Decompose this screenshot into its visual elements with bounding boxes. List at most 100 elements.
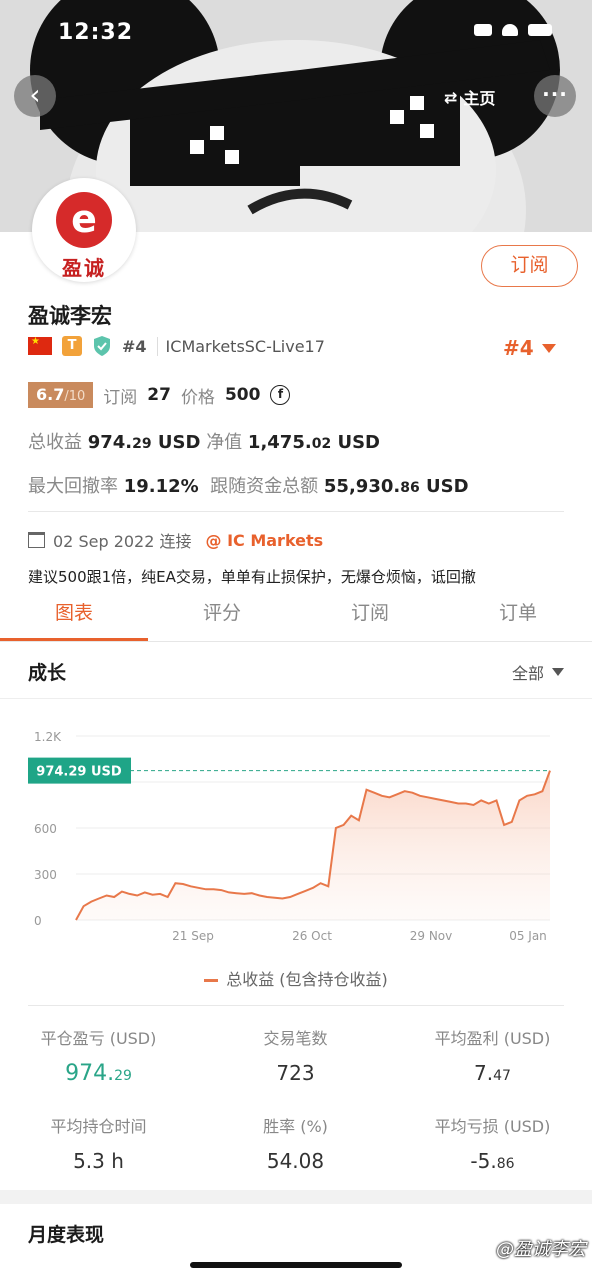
price-value: 500 [224, 385, 261, 405]
status-icons [474, 24, 552, 36]
metric-value: 54.08 [266, 1149, 325, 1173]
metric-label: 平均持仓时间 [50, 1117, 147, 1136]
score-row: 6.7/10 订阅 27 价格 500 f [28, 382, 291, 408]
growth-filter-label: 全部 [511, 664, 544, 683]
broker-link[interactable]: @ IC Markets [206, 531, 324, 550]
swap-icon: ⇄ [444, 87, 458, 107]
metric-value: 723 [276, 1061, 315, 1085]
follow-unit: USD [425, 476, 469, 497]
metric-trades: 交易笔数 723 [197, 1025, 394, 1085]
metric-label: 平仓盈亏 (USD) [40, 1029, 157, 1048]
watermark: @盈诚李宏 [496, 1239, 586, 1260]
divider [28, 1005, 564, 1006]
total-profit-value: 974.29 USD [88, 432, 201, 453]
status-time: 12:32 [58, 20, 134, 45]
follow-dec: 86 [400, 480, 420, 496]
metric-int: 974. [65, 1061, 115, 1086]
follow-label: 跟随资金总额 [210, 476, 319, 497]
total-profit-dec: 29 [132, 436, 152, 452]
x-tick-label: 29 Nov [410, 929, 453, 943]
score-badge: 6.7/10 [28, 382, 94, 408]
metric-avg-loss: 平均亏损 (USD) -5.86 [394, 1113, 591, 1173]
total-profit-int: 974. [87, 432, 133, 453]
verified-shield-icon [94, 336, 110, 356]
stats-line-2: 最大回撤率 19.12% 跟随资金总额 55,930.86 USD [28, 472, 469, 498]
home-indicator[interactable] [190, 1262, 402, 1268]
tab-chart[interactable]: 图表 [0, 590, 148, 641]
signal-icon [474, 24, 492, 36]
equity-unit: USD [337, 432, 380, 453]
coin-icon: f [270, 385, 291, 405]
tab-subscribe[interactable]: 订阅 [296, 590, 444, 641]
battery-icon [528, 24, 552, 36]
growth-chart[interactable]: 0 300 600 1.2K 21 Sep 26 Oct 29 Nov 05 Jan 974.2… [0, 712, 592, 957]
metric-value: 5.3 h [73, 1149, 124, 1173]
metric-dec: 29 [114, 1068, 132, 1084]
tab-rating[interactable]: 评分 [148, 590, 296, 641]
china-flag-icon [28, 336, 52, 355]
strategy-description: 建议500跟1倍，纯EA交易，单单有止损保护，无爆仓烦恼，诋回撤 [28, 568, 476, 586]
tier-badge: T [62, 336, 82, 356]
tab-bar: 图表 评分 订阅 订单 [0, 590, 592, 642]
metric-int: 7. [474, 1061, 494, 1085]
caret-down-icon [552, 668, 564, 676]
divider [28, 511, 564, 512]
chart-legend: 总收益 (包含持仓收益) [0, 966, 592, 990]
subscribe-count: 27 [147, 385, 171, 405]
growth-title: 成长 [28, 662, 67, 684]
rank-dropdown[interactable]: #4 [503, 336, 556, 360]
metric-label: 交易笔数 [263, 1029, 328, 1048]
connect-date: 02 Sep 2022 连接 [53, 532, 192, 551]
x-tick-label: 26 Oct [292, 929, 332, 943]
rank-small: #4 [122, 336, 147, 356]
metric-closed-pl: 平仓盈亏 (USD) 974.29 [0, 1025, 197, 1086]
follow-value: 55,930.86 USD [324, 476, 469, 497]
metric-hold-time: 平均持仓时间 5.3 h [0, 1113, 197, 1173]
more-button[interactable]: ··· [534, 75, 576, 117]
equity-int: 1,475. [247, 432, 312, 453]
account-server: ICMarketsSC-Live17 [156, 336, 325, 356]
equity-dec: 02 [311, 436, 332, 452]
subscribe-button[interactable]: 订阅 [481, 245, 578, 287]
metric-value: 974.29 [0, 1061, 197, 1086]
section-gap [0, 1190, 592, 1204]
stats-line-1: 总收益 974.29 USD 净值 1,475.02 USD [28, 428, 380, 454]
score-value: 6.7 [36, 385, 65, 404]
avatar-text: 盈诚 [62, 256, 106, 280]
current-value-label: 974.29 USD [36, 765, 122, 780]
equity-value: 1,475.02 USD [248, 432, 380, 453]
x-tick-label: 21 Sep [172, 929, 214, 943]
equity-label: 净值 [206, 432, 243, 453]
growth-chart-svg: 0 300 600 1.2K 21 Sep 26 Oct 29 Nov 05 Jan 974.2… [28, 730, 551, 943]
metric-label: 平均亏损 (USD) [434, 1117, 551, 1136]
follow-int: 55,930. [323, 476, 401, 497]
metric-label: 平均盈利 (USD) [434, 1029, 551, 1048]
wifi-icon [502, 24, 518, 36]
connect-row: 02 Sep 2022 连接 @ IC Markets [28, 528, 323, 552]
series-area [76, 770, 550, 920]
y-tick-label: 0 [34, 914, 42, 928]
caret-down-icon [541, 343, 556, 353]
home-button[interactable]: ⇄ 主页 [444, 85, 495, 109]
calendar-icon [28, 532, 45, 548]
tab-orders[interactable]: 订单 [444, 590, 592, 641]
y-tick-label: 600 [34, 822, 57, 836]
total-profit-label: 总收益 [28, 432, 82, 453]
metric-value: 7.47 [394, 1061, 591, 1085]
metric-value: -5.86 [394, 1149, 591, 1173]
growth-filter-dropdown[interactable]: 全部 [512, 660, 564, 684]
score-max: /10 [64, 389, 86, 404]
legend-swatch [204, 979, 219, 982]
avatar-logo: e [56, 192, 112, 248]
metric-dec: 86 [496, 1156, 515, 1172]
x-tick-label: 05 Jan [509, 929, 547, 943]
metric-dec: 47 [493, 1068, 511, 1084]
metric-avg-profit: 平均盈利 (USD) 7.47 [394, 1025, 591, 1085]
legend-label: 总收益 (包含持仓收益) [226, 970, 388, 989]
trader-meta: T #4 ICMarketsSC-Live17 [28, 335, 325, 357]
avatar[interactable]: e 盈诚 [32, 178, 136, 282]
back-button[interactable]: ‹ [14, 75, 56, 117]
price-label: 价格 [180, 387, 215, 408]
drawdown-label: 最大回撤率 [28, 476, 118, 497]
growth-header: 成长 全部 [0, 643, 592, 699]
